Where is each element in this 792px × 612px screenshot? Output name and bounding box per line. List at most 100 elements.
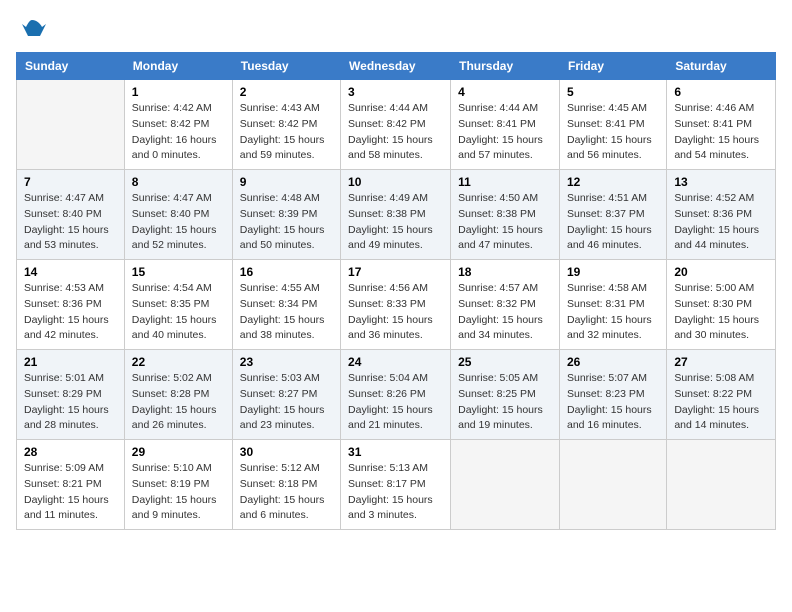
day-info: Sunrise: 4:45 AMSunset: 8:41 PMDaylight:…: [567, 101, 659, 164]
calendar-cell: 8 Sunrise: 4:47 AMSunset: 8:40 PMDaylight…: [124, 170, 232, 260]
day-number: 27: [674, 355, 768, 369]
calendar-week-5: 28 Sunrise: 5:09 AMSunset: 8:21 PMDayligh…: [17, 440, 776, 530]
calendar-week-4: 21 Sunrise: 5:01 AMSunset: 8:29 PMDayligh…: [17, 350, 776, 440]
day-number: 19: [567, 265, 659, 279]
day-header-wednesday: Wednesday: [341, 53, 451, 80]
day-number: 5: [567, 85, 659, 99]
calendar-table: SundayMondayTuesdayWednesdayThursdayFrid…: [16, 52, 776, 530]
calendar-cell: 4 Sunrise: 4:44 AMSunset: 8:41 PMDaylight…: [451, 80, 560, 170]
day-number: 28: [24, 445, 117, 459]
day-info: Sunrise: 5:10 AMSunset: 8:19 PMDaylight:…: [132, 461, 225, 524]
day-number: 6: [674, 85, 768, 99]
calendar-cell: 24Sunrise: 5:04 AMSunset: 8:26 PMDayligh…: [341, 350, 451, 440]
logo: [16, 16, 46, 44]
logo-icon: [18, 16, 46, 44]
day-number: 4: [458, 85, 552, 99]
calendar-cell: 3 Sunrise: 4:44 AMSunset: 8:42 PMDaylight…: [341, 80, 451, 170]
day-info: Sunrise: 5:05 AMSunset: 8:25 PMDaylight:…: [458, 371, 552, 434]
day-info: Sunrise: 4:44 AMSunset: 8:42 PMDaylight:…: [348, 101, 443, 164]
day-info: Sunrise: 5:00 AMSunset: 8:30 PMDaylight:…: [674, 281, 768, 344]
day-info: Sunrise: 4:58 AMSunset: 8:31 PMDaylight:…: [567, 281, 659, 344]
calendar-cell: [451, 440, 560, 530]
calendar-cell: 15Sunrise: 4:54 AMSunset: 8:35 PMDayligh…: [124, 260, 232, 350]
day-number: 10: [348, 175, 443, 189]
day-info: Sunrise: 4:43 AMSunset: 8:42 PMDaylight:…: [240, 101, 333, 164]
day-number: 11: [458, 175, 552, 189]
day-number: 12: [567, 175, 659, 189]
day-number: 18: [458, 265, 552, 279]
day-info: Sunrise: 4:51 AMSunset: 8:37 PMDaylight:…: [567, 191, 659, 254]
day-info: Sunrise: 5:07 AMSunset: 8:23 PMDaylight:…: [567, 371, 659, 434]
day-info: Sunrise: 5:12 AMSunset: 8:18 PMDaylight:…: [240, 461, 333, 524]
calendar-cell: 17 Sunrise: 4:56 AMSunset: 8:33 PMDayligh…: [341, 260, 451, 350]
calendar-week-2: 7 Sunrise: 4:47 AMSunset: 8:40 PMDaylight…: [17, 170, 776, 260]
day-header-saturday: Saturday: [667, 53, 776, 80]
calendar-cell: 31 Sunrise: 5:13 AMSunset: 8:17 PMDayligh…: [341, 440, 451, 530]
calendar-header-row: SundayMondayTuesdayWednesdayThursdayFrid…: [17, 53, 776, 80]
day-info: Sunrise: 5:03 AMSunset: 8:27 PMDaylight:…: [240, 371, 333, 434]
day-info: Sunrise: 4:47 AMSunset: 8:40 PMDaylight:…: [24, 191, 117, 254]
calendar-cell: 26 Sunrise: 5:07 AMSunset: 8:23 PMDayligh…: [559, 350, 666, 440]
day-info: Sunrise: 4:57 AMSunset: 8:32 PMDaylight:…: [458, 281, 552, 344]
day-header-sunday: Sunday: [17, 53, 125, 80]
calendar-cell: 30 Sunrise: 5:12 AMSunset: 8:18 PMDayligh…: [232, 440, 340, 530]
day-number: 29: [132, 445, 225, 459]
calendar-cell: 25 Sunrise: 5:05 AMSunset: 8:25 PMDayligh…: [451, 350, 560, 440]
day-info: Sunrise: 4:47 AMSunset: 8:40 PMDaylight:…: [132, 191, 225, 254]
calendar-cell: [667, 440, 776, 530]
day-info: Sunrise: 5:08 AMSunset: 8:22 PMDaylight:…: [674, 371, 768, 434]
day-number: 7: [24, 175, 117, 189]
day-info: Sunrise: 4:42 AMSunset: 8:42 PMDaylight:…: [132, 101, 225, 164]
calendar-cell: 10 Sunrise: 4:49 AMSunset: 8:38 PMDayligh…: [341, 170, 451, 260]
calendar-cell: 6Sunrise: 4:46 AMSunset: 8:41 PMDaylight…: [667, 80, 776, 170]
day-header-friday: Friday: [559, 53, 666, 80]
day-info: Sunrise: 5:01 AMSunset: 8:29 PMDaylight:…: [24, 371, 117, 434]
calendar-cell: 2 Sunrise: 4:43 AMSunset: 8:42 PMDaylight…: [232, 80, 340, 170]
day-header-monday: Monday: [124, 53, 232, 80]
day-info: Sunrise: 4:53 AMSunset: 8:36 PMDaylight:…: [24, 281, 117, 344]
day-number: 20: [674, 265, 768, 279]
day-number: 25: [458, 355, 552, 369]
day-number: 23: [240, 355, 333, 369]
day-number: 8: [132, 175, 225, 189]
day-info: Sunrise: 4:52 AMSunset: 8:36 PMDaylight:…: [674, 191, 768, 254]
calendar-cell: 11 Sunrise: 4:50 AMSunset: 8:38 PMDayligh…: [451, 170, 560, 260]
calendar-week-3: 14 Sunrise: 4:53 AMSunset: 8:36 PMDayligh…: [17, 260, 776, 350]
calendar-cell: 14 Sunrise: 4:53 AMSunset: 8:36 PMDayligh…: [17, 260, 125, 350]
calendar-cell: 22 Sunrise: 5:02 AMSunset: 8:28 PMDayligh…: [124, 350, 232, 440]
day-info: Sunrise: 4:56 AMSunset: 8:33 PMDaylight:…: [348, 281, 443, 344]
day-info: Sunrise: 5:09 AMSunset: 8:21 PMDaylight:…: [24, 461, 117, 524]
day-number: 14: [24, 265, 117, 279]
day-info: Sunrise: 4:49 AMSunset: 8:38 PMDaylight:…: [348, 191, 443, 254]
calendar-cell: 13 Sunrise: 4:52 AMSunset: 8:36 PMDayligh…: [667, 170, 776, 260]
day-number: 30: [240, 445, 333, 459]
day-info: Sunrise: 4:50 AMSunset: 8:38 PMDaylight:…: [458, 191, 552, 254]
day-number: 26: [567, 355, 659, 369]
page-header: [16, 16, 776, 44]
day-header-tuesday: Tuesday: [232, 53, 340, 80]
day-info: Sunrise: 4:54 AMSunset: 8:35 PMDaylight:…: [132, 281, 225, 344]
day-number: 3: [348, 85, 443, 99]
calendar-cell: 1 Sunrise: 4:42 AMSunset: 8:42 PMDaylight…: [124, 80, 232, 170]
calendar-cell: 5 Sunrise: 4:45 AMSunset: 8:41 PMDaylight…: [559, 80, 666, 170]
calendar-week-1: 1 Sunrise: 4:42 AMSunset: 8:42 PMDaylight…: [17, 80, 776, 170]
day-info: Sunrise: 4:55 AMSunset: 8:34 PMDaylight:…: [240, 281, 333, 344]
calendar-cell: 23 Sunrise: 5:03 AMSunset: 8:27 PMDayligh…: [232, 350, 340, 440]
day-number: 17: [348, 265, 443, 279]
calendar-cell: [17, 80, 125, 170]
day-info: Sunrise: 4:44 AMSunset: 8:41 PMDaylight:…: [458, 101, 552, 164]
day-number: 21: [24, 355, 117, 369]
day-info: Sunrise: 5:02 AMSunset: 8:28 PMDaylight:…: [132, 371, 225, 434]
day-header-thursday: Thursday: [451, 53, 560, 80]
day-number: 1: [132, 85, 225, 99]
day-info: Sunrise: 5:13 AMSunset: 8:17 PMDaylight:…: [348, 461, 443, 524]
calendar-cell: 27 Sunrise: 5:08 AMSunset: 8:22 PMDayligh…: [667, 350, 776, 440]
day-number: 31: [348, 445, 443, 459]
day-number: 22: [132, 355, 225, 369]
day-number: 16: [240, 265, 333, 279]
day-number: 13: [674, 175, 768, 189]
calendar-cell: 16 Sunrise: 4:55 AMSunset: 8:34 PMDayligh…: [232, 260, 340, 350]
day-info: Sunrise: 4:48 AMSunset: 8:39 PMDaylight:…: [240, 191, 333, 254]
day-number: 2: [240, 85, 333, 99]
calendar-cell: 20 Sunrise: 5:00 AMSunset: 8:30 PMDayligh…: [667, 260, 776, 350]
